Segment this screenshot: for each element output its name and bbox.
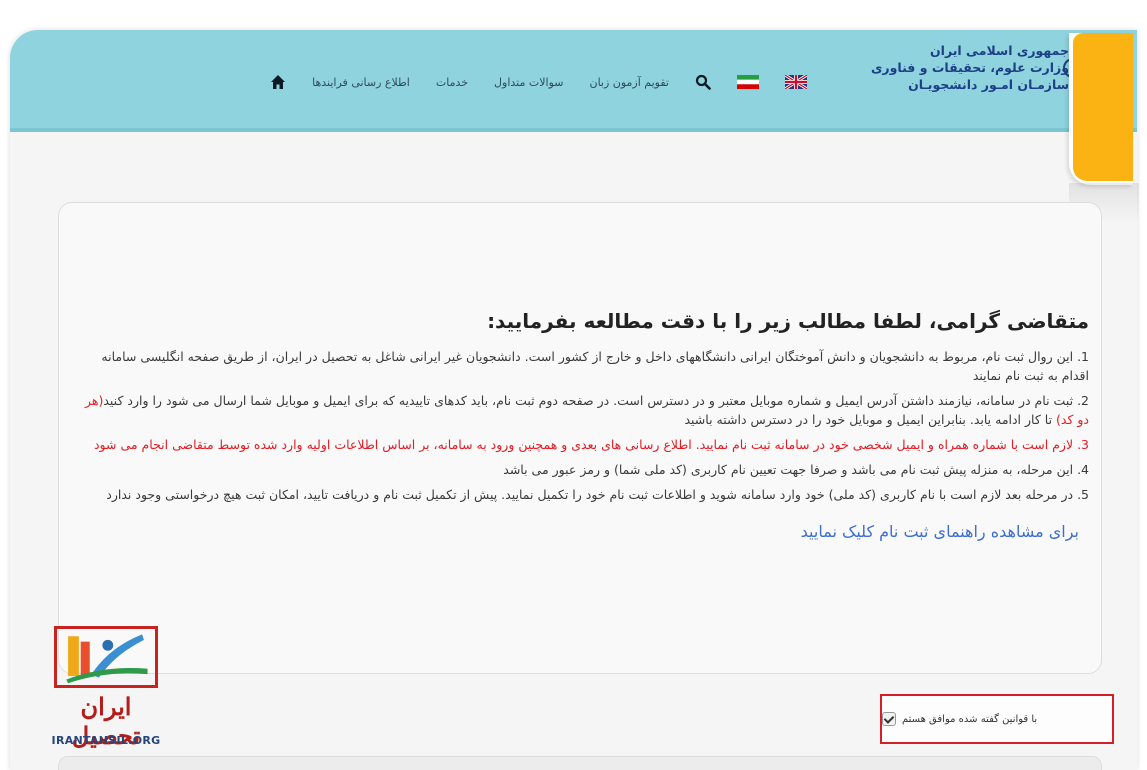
main-nav: اطلاع رسانی فرایندها خدمات سوالات متداول… <box>270 68 807 96</box>
nav-item-language-exam-calendar[interactable]: تقویم آزمون زبان <box>589 76 669 89</box>
rule-number: 5. <box>1077 487 1089 502</box>
notice-heading: متقاضی گرامی، لطفا مطالب زیر را با دقت م… <box>487 309 1089 333</box>
nav-item-services[interactable]: خدمات <box>436 76 468 89</box>
logo-domain: IRANTAHSIL.ORG <box>51 734 161 747</box>
site-header: جمهوری اسلامی ایران وزارت علوم، تحقیقات … <box>10 30 1137 132</box>
rule-number: 3. <box>1077 437 1089 452</box>
registration-notice-card: متقاضی گرامی، لطفا مطالب زیر را با دقت م… <box>58 202 1102 674</box>
rule-number: 1. <box>1077 349 1089 364</box>
nav-item-process-info[interactable]: اطلاع رسانی فرایندها <box>312 76 410 89</box>
rule-number: 2. <box>1077 393 1089 408</box>
checkbox-checked-icon[interactable] <box>882 712 896 726</box>
rule-text: لازم است با شماره همراه و ایمیل شخصی خود… <box>93 437 1074 452</box>
rules-list: 1. این روال ثبت نام، مربوط به دانشجویان … <box>71 347 1089 504</box>
terms-agreement-label: با قوانین گفته شده موافق هستم <box>902 713 1038 725</box>
rule-number: 4. <box>1077 462 1089 477</box>
rule-text: این مرحله، به منزله پیش ثبت نام می باشد … <box>503 462 1074 477</box>
ministry-line-3: سازمـان امـور دانشجویـان <box>908 77 1069 92</box>
rule-item-5: 5. در مرحله بعد لازم است با نام کاربری (… <box>71 485 1089 504</box>
rule-text: ثبت نام در سامانه، نیازمند داشتن آدرس ای… <box>103 393 1074 408</box>
rule-text: این روال ثبت نام، مربوط به دانشجویان و د… <box>101 349 1089 383</box>
rule-item-1: 1. این روال ثبت نام، مربوط به دانشجویان … <box>71 347 1089 385</box>
rule-item-2: 2. ثبت نام در سامانه، نیازمند داشتن آدرس… <box>71 391 1089 429</box>
rule-text: در مرحله بعد لازم است با نام کاربری (کد … <box>106 487 1074 502</box>
iran-flag-icon[interactable] <box>737 75 759 89</box>
search-icon[interactable] <box>695 74 711 90</box>
notice-content: متقاضی گرامی، لطفا مطالب زیر را با دقت م… <box>71 309 1089 541</box>
irantahsil-logo: ایران تحصیل IRANTAHSIL.ORG <box>46 626 166 756</box>
side-tab-accent <box>1073 33 1133 181</box>
nav-item-faq[interactable]: سوالات متداول <box>494 76 563 89</box>
rule-item-3: 3. لازم است با شماره همراه و ایمیل شخصی … <box>71 435 1089 454</box>
rule-item-4: 4. این مرحله، به منزله پیش ثبت نام می با… <box>71 460 1089 479</box>
logo-mark-icon <box>54 626 158 688</box>
registration-guide-link[interactable]: برای مشاهده راهنمای ثبت نام کلیک نمایید <box>71 522 1079 541</box>
home-icon[interactable] <box>270 74 286 90</box>
ministry-line-2: وزارت علوم، تحقیقات و فناوری <box>870 60 1069 75</box>
side-tab[interactable] <box>1069 33 1139 223</box>
uk-flag-icon[interactable] <box>785 75 807 89</box>
next-section-card <box>58 756 1102 770</box>
ministry-line-1: جمهوری اسلامی ایران <box>930 43 1069 58</box>
ministry-title[interactable]: جمهوری اسلامی ایران وزارت علوم، تحقیقات … <box>849 42 1069 93</box>
terms-agreement[interactable]: با قوانین گفته شده موافق هستم <box>880 694 1114 744</box>
rule-text-continued: تا کار ادامه یابد. بنابراین ایمیل و موبا… <box>684 412 1057 427</box>
